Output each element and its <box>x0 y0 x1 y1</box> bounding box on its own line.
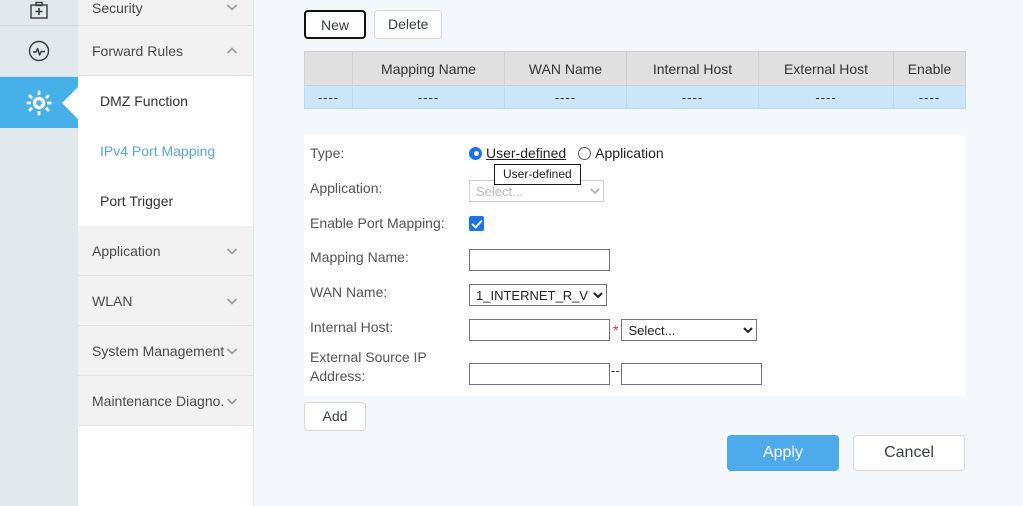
external-source-ip-start-input[interactable] <box>469 363 610 385</box>
mapping-name-label: Mapping Name: <box>310 249 409 265</box>
toolbox-plus-icon <box>28 0 50 22</box>
sidebar-submenu-forward-rules: DMZ Function IPv4 Port Mapping Port Trig… <box>78 76 253 226</box>
table-toolbar: New Delete <box>304 10 443 39</box>
wan-name-label: WAN Name: <box>310 284 388 300</box>
gear-icon <box>25 89 53 117</box>
table-header-row: Mapping Name WAN Name Internal Host Exte… <box>304 51 966 86</box>
sidebar-group-label: Forward Rules <box>92 42 184 59</box>
sidebar-group-label: Application <box>92 242 161 259</box>
required-asterisk: * <box>613 322 619 338</box>
sidebar-group-security[interactable]: Security <box>78 0 253 26</box>
sidebar-group-application[interactable]: Application <box>78 226 253 276</box>
chevron-down-icon <box>225 394 239 408</box>
sidebar-group-system-management[interactable]: System Management <box>78 326 253 376</box>
sidebar-group-forward-rules[interactable]: Forward Rules <box>78 26 253 76</box>
internal-host-input[interactable] <box>469 319 610 341</box>
sidebar-menu: Security Forward Rules DMZ Function IPv4… <box>78 0 254 506</box>
chevron-down-icon <box>225 0 239 14</box>
table-cell: ---- <box>504 85 627 109</box>
radio-application-label: Application <box>595 145 664 161</box>
chevron-down-icon <box>225 244 239 258</box>
external-source-ip-label: External Source IP Address: <box>304 348 469 386</box>
sidebar-item-dmz-function[interactable]: DMZ Function <box>78 76 253 126</box>
enable-port-mapping-checkbox[interactable] <box>469 215 484 231</box>
table-cell: ---- <box>304 85 353 109</box>
sidebar-group-wlan[interactable]: WLAN <box>78 276 253 326</box>
enable-port-mapping-label: Enable Port Mapping: <box>310 215 445 231</box>
form-row-external-source-ip: External Source IP Address: -- <box>304 348 965 386</box>
table-header-external-host: External Host <box>758 51 894 86</box>
sidebar-item-label: Port Trigger <box>100 193 174 209</box>
sidebar-item-ipv4-port-mapping[interactable]: IPv4 Port Mapping <box>78 126 253 176</box>
new-button[interactable]: New <box>304 10 366 39</box>
table-header-mapping-name: Mapping Name <box>352 51 505 86</box>
table-header-enable: Enable <box>893 51 966 86</box>
ip-range-separator: -- <box>611 363 620 378</box>
sidebar-item-port-trigger[interactable]: Port Trigger <box>78 176 253 226</box>
internal-host-select[interactable]: Select... <box>621 319 758 341</box>
sidebar-group-maintenance-diagnosis[interactable]: Maintenance Diagno.. <box>78 376 253 426</box>
page-root: Security Forward Rules DMZ Function IPv4… <box>0 0 1023 506</box>
radio-application[interactable]: Application <box>578 145 664 161</box>
external-source-ip-label-line1: External Source IP <box>310 349 427 365</box>
sidebar-item-label: IPv4 Port Mapping <box>100 143 216 159</box>
port-mapping-table: Mapping Name WAN Name Internal Host Exte… <box>304 51 966 109</box>
add-button[interactable]: Add <box>304 402 366 431</box>
table-cell: ---- <box>758 85 894 109</box>
sidebar-item-label: DMZ Function <box>100 93 188 109</box>
chevron-down-icon <box>225 344 239 358</box>
chevron-down-icon <box>225 294 239 308</box>
mapping-name-input[interactable] <box>469 249 610 271</box>
sidebar-group-label: Security <box>92 0 143 16</box>
cancel-button[interactable]: Cancel <box>853 435 965 471</box>
icon-rail <box>0 0 79 506</box>
form-row-type: Type: User-defined Application <box>304 145 965 161</box>
delete-button[interactable]: Delete <box>374 10 443 39</box>
wan-name-select[interactable]: 1_INTERNET_R_V <box>469 284 607 306</box>
apply-button[interactable]: Apply <box>727 435 839 471</box>
radio-user-defined-input[interactable] <box>469 146 482 160</box>
chevron-up-icon <box>225 44 239 58</box>
table-header-wan-name: WAN Name <box>504 51 627 86</box>
table-cell: ---- <box>626 85 759 109</box>
sidebar-group-label: WLAN <box>92 292 133 309</box>
monitor-pulse-icon <box>26 38 52 64</box>
table-header-internal-host: Internal Host <box>626 51 759 86</box>
table-cell: ---- <box>352 85 505 109</box>
sidebar-group-label: Maintenance Diagno.. <box>92 392 225 409</box>
sidebar-group-label: System Management <box>92 342 225 359</box>
main-content: New Delete Mapping Name WAN Name Interna… <box>254 0 1023 506</box>
table-cell: ---- <box>893 85 966 109</box>
port-mapping-form: Type: User-defined Application User-defi… <box>304 135 965 396</box>
radio-user-defined-label: User-defined <box>486 145 567 161</box>
table-header-checkbox-col <box>304 51 353 86</box>
rail-item-monitor[interactable] <box>0 26 78 77</box>
rail-item-settings[interactable] <box>0 77 79 128</box>
active-rail-pointer <box>62 85 79 120</box>
external-source-ip-end-input[interactable] <box>620 363 762 385</box>
application-label: Application: <box>310 180 383 196</box>
tooltip-user-defined: User-defined <box>494 164 581 185</box>
table-row[interactable]: ---- ---- ---- ---- ---- ---- <box>304 85 966 109</box>
form-footer: Apply Cancel <box>304 435 965 471</box>
form-row-application: Application: Select... <box>304 180 965 202</box>
radio-user-defined[interactable]: User-defined <box>469 145 566 161</box>
internal-host-label: Internal Host: <box>310 319 394 335</box>
radio-application-input[interactable] <box>578 146 592 160</box>
type-label: Type: <box>310 145 345 161</box>
form-row-wan-name: WAN Name: 1_INTERNET_R_V <box>304 284 965 306</box>
form-row-internal-host: Internal Host: * Select... <box>304 319 965 341</box>
form-row-enable-port-mapping: Enable Port Mapping: <box>304 215 965 231</box>
form-row-mapping-name: Mapping Name: <box>304 249 965 271</box>
external-source-ip-label-line2: Address: <box>310 368 366 384</box>
rail-item-toolbox[interactable] <box>0 0 78 26</box>
